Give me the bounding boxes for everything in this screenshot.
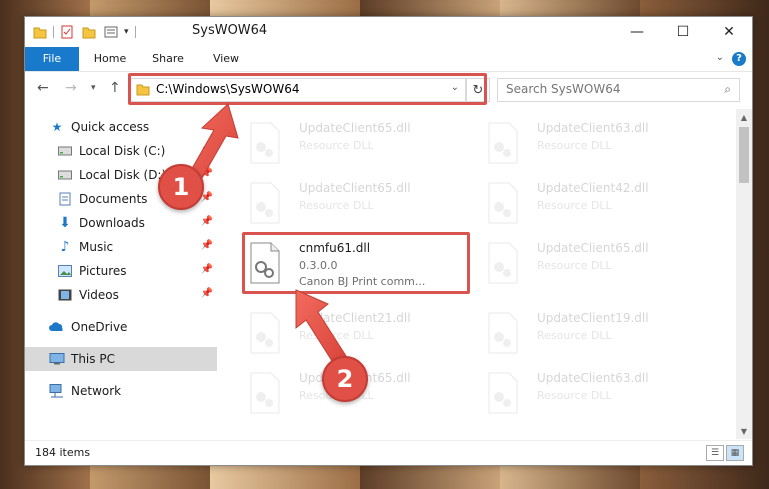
arrow-2-icon bbox=[295, 289, 347, 365]
annotation-arrows bbox=[189, 103, 347, 365]
step-2-badge: 2 bbox=[322, 356, 368, 402]
step-1-badge: 1 bbox=[158, 164, 204, 210]
arrow-1-icon bbox=[189, 103, 239, 179]
